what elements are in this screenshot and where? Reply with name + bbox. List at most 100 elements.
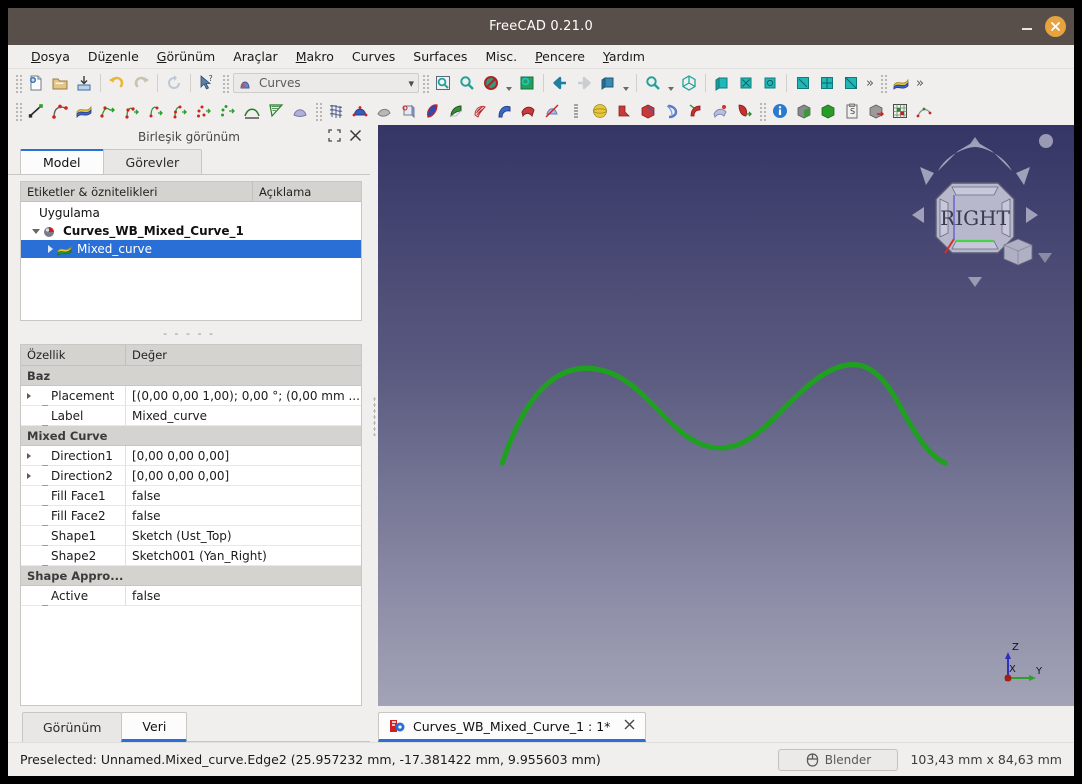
forward-button[interactable] [572, 71, 596, 95]
menu-pencere[interactable]: Pencere [526, 47, 594, 66]
property-value-cell[interactable]: Mixed_curve [126, 406, 361, 426]
new-document-button[interactable] [24, 71, 48, 95]
expand-placement-icon[interactable] [21, 392, 37, 399]
curve-blend-button[interactable] [240, 99, 264, 123]
toolbar-handle-view[interactable] [421, 73, 429, 93]
sketch-points-button[interactable] [912, 99, 936, 123]
menu-araclar[interactable]: Araçlar [224, 47, 287, 66]
property-value-cell[interactable]: Sketch (Ust_Top) [126, 526, 361, 546]
cube-green-button[interactable] [816, 99, 840, 123]
offset-tool-button[interactable] [708, 99, 732, 123]
curve-edit-3-button[interactable] [144, 99, 168, 123]
menu-makro[interactable]: Makro [287, 47, 343, 66]
whats-this-button[interactable]: ? [195, 71, 219, 95]
open-document-button[interactable] [48, 71, 72, 95]
property-value-cell[interactable]: Sketch001 (Yan_Right) [126, 546, 361, 566]
property-value-cell[interactable]: false [126, 506, 361, 526]
property-value-cell[interactable]: [0,00 0,00 0,00] [126, 466, 361, 486]
document-tab[interactable]: Curves_WB_Mixed_Curve_1 : 1* [378, 712, 647, 742]
panel-splitter-handle[interactable]: - - - - - [8, 321, 370, 344]
property-value-cell[interactable]: [0,00 0,00 0,00] [126, 446, 361, 466]
curve-edit-1-button[interactable] [96, 99, 120, 123]
vertical-splitter[interactable] [370, 125, 378, 706]
tree-item-mixed-curve[interactable]: Mixed_curve [21, 240, 361, 258]
curve-edit-4-button[interactable] [168, 99, 192, 123]
surface-coil-button[interactable] [564, 99, 588, 123]
bend-tool-button[interactable] [684, 99, 708, 123]
property-row-shape1[interactable]: Shape1 Sketch (Ust_Top) [21, 526, 361, 546]
surface-gray-button[interactable] [372, 99, 396, 123]
isometric-button[interactable] [677, 71, 701, 95]
fit-selection-button[interactable] [455, 71, 479, 95]
toolbar-handle-surfaces[interactable] [314, 101, 322, 121]
undo-button[interactable] [105, 71, 129, 95]
left-view-button[interactable] [839, 71, 863, 95]
surface-red-button[interactable] [420, 99, 444, 123]
property-group-mixed-curve[interactable]: Mixed Curve [21, 426, 361, 446]
curve-flatten-button[interactable] [264, 99, 288, 123]
property-row-placement[interactable]: Placement [(0,00 0,00 1,00); 0,00 °; (0,… [21, 386, 361, 406]
revolve-tool-button[interactable] [660, 99, 684, 123]
property-row-fill-face2[interactable]: Fill Face2 false [21, 506, 361, 526]
surface-sweep-button[interactable] [492, 99, 516, 123]
tab-veri[interactable]: Veri [121, 712, 188, 742]
surface-loft-button[interactable] [348, 99, 372, 123]
grid-button[interactable] [888, 99, 912, 123]
zoom-button[interactable] [641, 71, 665, 95]
curve-edit-2-button[interactable] [120, 99, 144, 123]
property-group-shape-appro[interactable]: Shape Appro... [21, 566, 361, 586]
property-value-cell[interactable]: false [126, 586, 361, 606]
bottom-view-button[interactable] [815, 71, 839, 95]
menu-duzenle[interactable]: Düzenle [79, 47, 148, 66]
clipboard-button[interactable]: S [840, 99, 864, 123]
toolbar-handle-extra[interactable] [878, 73, 887, 93]
tree-item-document[interactable]: Curves_WB_Mixed_Curve_1 [21, 222, 361, 240]
view-section-button[interactable] [515, 71, 539, 95]
expand-direction1-icon[interactable] [21, 452, 37, 459]
surface-green-button[interactable] [444, 99, 468, 123]
property-row-shape2[interactable]: Shape2 Sketch001 (Yan_Right) [21, 546, 361, 566]
tab-model[interactable]: Model [20, 149, 104, 174]
solid-tool-button[interactable] [636, 99, 660, 123]
right-view-button[interactable] [758, 71, 782, 95]
surface-fan-button[interactable] [288, 99, 312, 123]
cube-arrow-button[interactable] [864, 99, 888, 123]
property-row-direction2[interactable]: Direction2 [0,00 0,00 0,00] [21, 466, 361, 486]
expand-direction2-icon[interactable] [21, 472, 37, 479]
menu-misc[interactable]: Misc. [476, 47, 526, 66]
front-view-button[interactable] [710, 71, 734, 95]
toolbar-handle-file[interactable] [14, 73, 22, 93]
toolbar-overflow-1[interactable]: » [863, 76, 877, 91]
dress-tool-button[interactable] [732, 99, 756, 123]
tab-gorunum[interactable]: Görünüm [22, 712, 123, 742]
curve-edit-5-button[interactable] [192, 99, 216, 123]
mixed-curve-button[interactable] [72, 99, 96, 123]
surface-tube-button[interactable] [468, 99, 492, 123]
surface-box-button[interactable] [396, 99, 420, 123]
property-value-cell[interactable]: false [126, 486, 361, 506]
save-document-button[interactable] [72, 71, 96, 95]
sphere-button[interactable] [588, 99, 612, 123]
menu-gorunum[interactable]: Görünüm [148, 47, 224, 66]
toolbar-handle-misc[interactable] [758, 101, 766, 121]
curve-edit-6-button[interactable] [216, 99, 240, 123]
top-view-button[interactable] [734, 71, 758, 95]
toolbar-handle-curves[interactable] [14, 101, 22, 121]
draw-style-button[interactable] [479, 71, 503, 95]
rear-view-button[interactable] [791, 71, 815, 95]
tree-expander-down[interactable] [29, 228, 43, 234]
redo-button[interactable] [129, 71, 153, 95]
bezier-curve-button[interactable] [48, 99, 72, 123]
surface-disable-button[interactable] [540, 99, 564, 123]
property-group-baz[interactable]: Baz [21, 366, 361, 386]
tree-item-application[interactable]: Uygulama [21, 204, 361, 222]
toolbar-handle-workbench[interactable] [221, 73, 229, 93]
axonometric-button[interactable] [596, 71, 620, 95]
fit-all-button[interactable] [431, 71, 455, 95]
line-tool-button[interactable] [24, 99, 48, 123]
axonometric-dropdown[interactable] [620, 71, 632, 95]
info-button[interactable] [768, 99, 792, 123]
3d-viewport[interactable]: RIGHT Z Y X [378, 125, 1074, 706]
menu-dosya[interactable]: Dosya [22, 47, 79, 66]
workbench-selector[interactable]: Curves ▾ [233, 73, 419, 93]
